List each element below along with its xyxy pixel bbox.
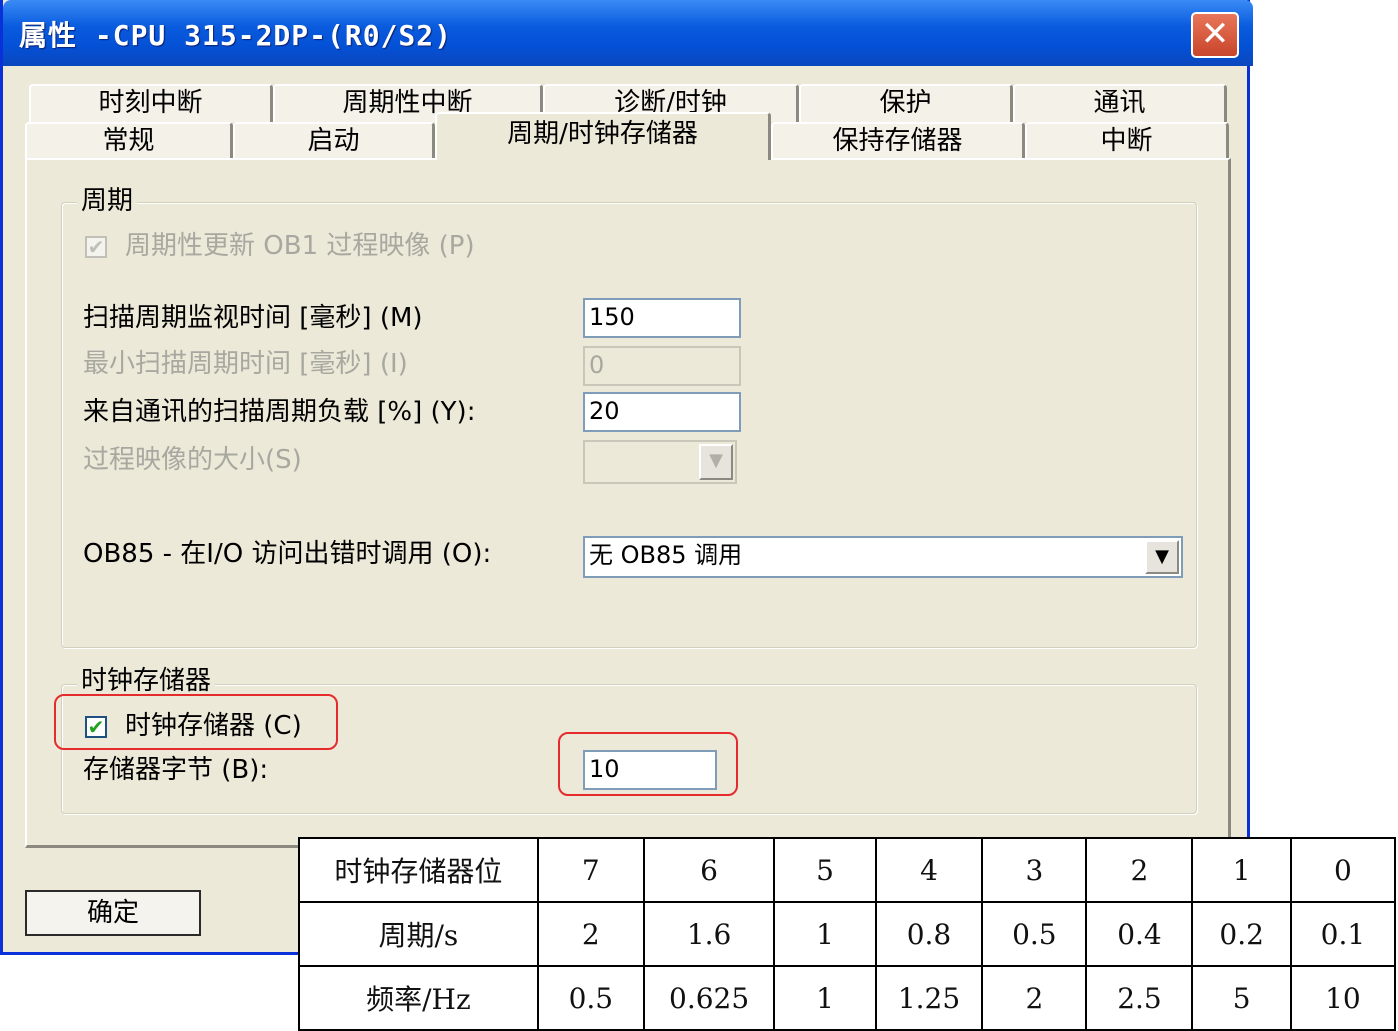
min-scan-input[interactable]: 0 [583,346,741,386]
tab-startup[interactable]: 启动 [233,122,435,160]
properties-dialog: 属性 -CPU 315-2DP-(R0/S2) ✕ 时刻中断 周期性中断 诊断/… [0,0,1253,955]
table-cell: 10 [1289,965,1397,1031]
table-cell: 0.5 [981,901,1088,967]
comm-load-input[interactable]: 20 [583,392,741,432]
close-icon[interactable]: ✕ [1191,12,1239,58]
clock-memory-table: 时钟存储器位 7 6 5 4 3 2 1 0 周期/s 2 1.6 1 0.8 0.5 0.4 0.2 0.1 频率… [298,837,1397,1031]
process-image-label: 过程映像的大小(S) [83,445,302,475]
table-cell: 2 [536,901,645,967]
tab-protection[interactable]: 保护 [799,84,1013,122]
table-cell: 0.4 [1085,901,1194,967]
table-cell: 1.6 [642,901,776,967]
ob85-combo[interactable]: 无 OB85 调用 ▼ [583,536,1183,578]
table-cell: 0 [1289,837,1397,903]
memory-byte-label: 存储器字节 (B): [83,755,269,785]
table-cell: 6 [642,837,776,903]
table-cell: 1 [773,901,877,967]
chevron-down-icon[interactable]: ▼ [699,444,733,480]
tab-interrupts[interactable]: 中断 [1025,122,1229,160]
table-cell: 1.25 [874,965,984,1031]
tab-communication[interactable]: 通讯 [1013,84,1227,122]
table-cell: 3 [981,837,1088,903]
table-cell: 2 [1085,837,1194,903]
tab-retentive-memory[interactable]: 保持存储器 [771,122,1025,160]
chevron-down-icon[interactable]: ▼ [1145,540,1179,574]
scan-monitor-label: 扫描周期监视时间 [毫秒] (M) [83,303,423,333]
table-cell: 2 [981,965,1088,1031]
title-bar[interactable]: 属性 -CPU 315-2DP-(R0/S2) ✕ [3,0,1253,66]
table-cell: 0.1 [1289,901,1397,967]
table-cell: 0.8 [874,901,984,967]
frequency-row: 频率/Hz 0.5 0.625 1 1.25 2 2.5 5 10 [298,965,1397,1031]
table-row-header: 时钟存储器位 [298,837,539,903]
clock-memory-group-title: 时钟存储器 [77,666,216,696]
table-row-header: 频率/Hz [298,965,539,1031]
scan-monitor-input[interactable]: 150 [583,298,741,338]
table-cell: 2.5 [1085,965,1194,1031]
ob85-value: 无 OB85 调用 [589,541,743,569]
window-title: 属性 -CPU 315-2DP-(R0/S2) [19,19,453,52]
highlight-memory-byte [558,732,738,796]
tab-general[interactable]: 常规 [25,122,233,160]
process-image-combo[interactable]: ▼ [583,440,737,484]
ok-button[interactable]: 确定 [25,890,201,936]
tab-cycle-clock-memory[interactable]: 周期/时钟存储器 [435,112,771,160]
table-cell: 0.625 [642,965,776,1031]
min-scan-label: 最小扫描周期时间 [毫秒] (I) [83,349,408,379]
comm-load-label: 来自通讯的扫描周期负载 [%] (Y): [83,397,476,427]
table-cell: 7 [536,837,645,903]
table-cell: 4 [874,837,984,903]
update-ob1-checkbox[interactable]: ✔ [85,236,107,258]
highlight-clock-memory-checkbox [54,694,338,750]
table-cell: 5 [1191,965,1292,1031]
clock-bit-row: 时钟存储器位 7 6 5 4 3 2 1 0 [298,837,1397,903]
cycle-group-title: 周期 [77,186,138,216]
table-cell: 5 [773,837,877,903]
update-ob1-label: 周期性更新 OB1 过程映像 (P) [125,231,475,261]
table-cell: 1 [773,965,877,1031]
tab-time-of-day-interrupt[interactable]: 时刻中断 [29,84,273,122]
table-cell: 1 [1191,837,1292,903]
table-cell: 0.2 [1191,901,1292,967]
table-cell: 0.5 [536,965,645,1031]
ob85-label: OB85 - 在I/O 访问出错时调用 (O): [83,539,492,569]
period-row: 周期/s 2 1.6 1 0.8 0.5 0.4 0.2 0.1 [298,901,1397,967]
table-row-header: 周期/s [298,901,539,967]
